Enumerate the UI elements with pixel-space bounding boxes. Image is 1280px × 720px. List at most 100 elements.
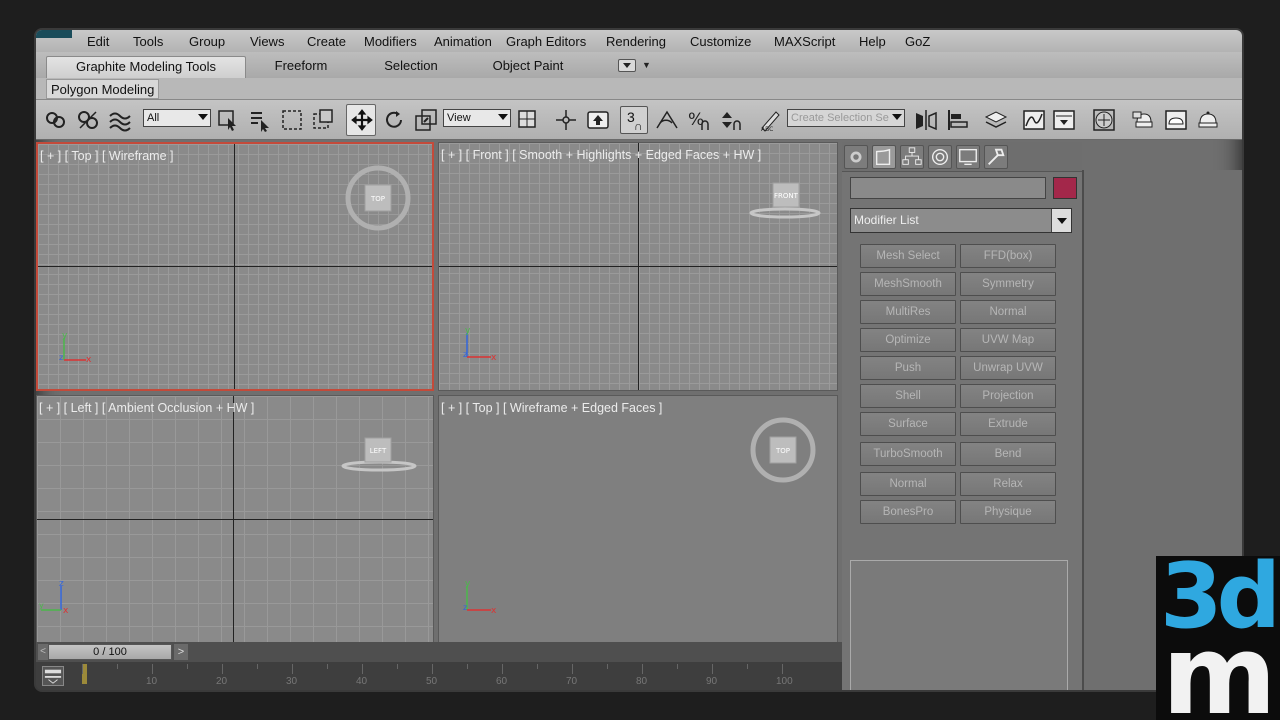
- modifier-button[interactable]: Unwrap UVW: [960, 356, 1056, 380]
- render-setup-icon[interactable]: [1132, 108, 1156, 132]
- hierarchy-tab-icon[interactable]: [900, 145, 924, 169]
- menu-customize[interactable]: Customize: [690, 34, 751, 49]
- viewcube-icon[interactable]: FRONT: [745, 173, 825, 223]
- modifier-button[interactable]: Optimize: [860, 328, 956, 352]
- tab-polygon-modeling[interactable]: Polygon Modeling: [46, 79, 160, 99]
- angle-snap-icon[interactable]: [654, 108, 678, 132]
- rectangular-selection-icon[interactable]: [280, 108, 304, 132]
- menu-graph-editors[interactable]: Graph Editors: [506, 34, 586, 49]
- viewport-left[interactable]: [ + ] [ Left ] [ Ambient Occlusion + HW …: [36, 395, 434, 644]
- curve-editor-icon[interactable]: [1022, 108, 1046, 132]
- viewcube-icon[interactable]: TOP: [344, 164, 412, 232]
- time-slider-thumb[interactable]: 0 / 100: [48, 644, 172, 660]
- modifier-button[interactable]: FFD(box): [960, 244, 1056, 268]
- ruler-tick: [222, 664, 223, 674]
- schematic-view-icon[interactable]: [1052, 108, 1076, 132]
- viewport-label[interactable]: [ + ] [ Front ] [ Smooth + Highlights + …: [441, 148, 761, 162]
- named-selection-sets-dropdown[interactable]: Create Selection Se: [787, 109, 905, 127]
- modifier-button[interactable]: Push: [860, 356, 956, 380]
- select-and-move-button[interactable]: [346, 104, 376, 136]
- modifier-button[interactable]: Mesh Select: [860, 244, 956, 268]
- bind-to-space-warp-icon[interactable]: [108, 108, 132, 132]
- modifier-button[interactable]: Extrude: [960, 412, 1056, 436]
- select-and-scale-icon[interactable]: [414, 108, 438, 132]
- menu-goz[interactable]: GoZ: [905, 34, 930, 49]
- render-production-icon[interactable]: [1196, 108, 1220, 132]
- snaps-toggle-button[interactable]: 3 ∩: [620, 106, 648, 134]
- object-name-field[interactable]: [850, 177, 1046, 199]
- object-color-swatch[interactable]: [1053, 177, 1077, 199]
- time-slider-next-button[interactable]: >: [174, 644, 188, 660]
- select-by-name-icon[interactable]: [248, 108, 272, 132]
- modifier-button[interactable]: MeshSmooth: [860, 272, 956, 296]
- viewport-label[interactable]: [ + ] [ Top ] [ Wireframe ]: [40, 149, 174, 163]
- modify-tab-icon[interactable]: [872, 145, 896, 169]
- align-icon[interactable]: [946, 108, 970, 132]
- modifier-button[interactable]: Symmetry: [960, 272, 1056, 296]
- percent-snap-icon[interactable]: %: [686, 108, 710, 132]
- menu-tools[interactable]: Tools: [133, 34, 163, 49]
- reference-coordinate-dropdown[interactable]: View: [443, 109, 511, 127]
- keyboard-shortcut-override-icon[interactable]: [586, 108, 610, 132]
- viewport-top[interactable]: [ + ] [ Top ] [ Wireframe ] TOP y x z: [36, 142, 434, 391]
- create-tab-icon[interactable]: [844, 145, 868, 169]
- app-logo-icon[interactable]: [36, 30, 72, 38]
- viewport-label[interactable]: [ + ] [ Left ] [ Ambient Occlusion + HW …: [39, 401, 254, 415]
- viewport-label[interactable]: [ + ] [ Top ] [ Wireframe + Edged Faces …: [441, 401, 662, 415]
- menu-maxscript[interactable]: MAXScript: [774, 34, 835, 49]
- frame-ruler[interactable]: 10 20 30 40 50 60 70 80 90 100: [82, 662, 793, 690]
- tab-selection[interactable]: Selection: [356, 56, 466, 78]
- rendered-frame-window-icon[interactable]: [1164, 108, 1188, 132]
- modifier-stack-panel[interactable]: [850, 560, 1068, 690]
- time-slider-prev-button[interactable]: <: [38, 644, 48, 660]
- selection-filter-dropdown[interactable]: All: [143, 109, 211, 127]
- open-mini-curve-editor-icon[interactable]: [42, 666, 64, 686]
- select-and-rotate-icon[interactable]: [382, 108, 406, 132]
- modifier-list-dropdown[interactable]: Modifier List: [850, 208, 1072, 233]
- motion-tab-icon[interactable]: [928, 145, 952, 169]
- select-and-manipulate-icon[interactable]: [554, 108, 578, 132]
- menu-views[interactable]: Views: [250, 34, 284, 49]
- edit-named-selection-icon[interactable]: ABC: [758, 108, 782, 133]
- tab-freeform[interactable]: Freeform: [246, 56, 356, 78]
- menu-rendering[interactable]: Rendering: [606, 34, 666, 49]
- tab-object-paint[interactable]: Object Paint: [466, 56, 590, 78]
- material-editor-icon[interactable]: [1092, 108, 1116, 132]
- modifier-button[interactable]: Bend: [960, 442, 1056, 466]
- unlink-selection-icon[interactable]: [76, 108, 100, 132]
- layer-manager-icon[interactable]: [984, 108, 1008, 132]
- spinner-snap-icon[interactable]: [718, 108, 742, 132]
- viewport-front[interactable]: [ + ] [ Front ] [ Smooth + Highlights + …: [438, 142, 838, 391]
- modifier-button[interactable]: TurboSmooth: [860, 442, 956, 466]
- modifier-button[interactable]: Surface: [860, 412, 956, 436]
- modifier-button[interactable]: UVW Map: [960, 328, 1056, 352]
- menu-group[interactable]: Group: [189, 34, 225, 49]
- viewport-perspective[interactable]: [ + ] [ Top ] [ Wireframe + Edged Faces …: [438, 395, 838, 644]
- modifier-button[interactable]: BonesPro: [860, 500, 956, 524]
- viewcube-icon[interactable]: TOP: [749, 416, 817, 484]
- modifier-button[interactable]: Normal: [960, 300, 1056, 324]
- tab-graphite-modeling-tools[interactable]: Graphite Modeling Tools: [46, 56, 246, 78]
- display-tab-icon[interactable]: [956, 145, 980, 169]
- mirror-icon[interactable]: [914, 108, 938, 132]
- window-crossing-icon[interactable]: [312, 108, 336, 132]
- viewcube-icon[interactable]: LEFT: [339, 432, 419, 482]
- ribbon-minimize-icon[interactable]: ▼: [642, 60, 651, 70]
- modifier-button[interactable]: Shell: [860, 384, 956, 408]
- modifier-button[interactable]: Normal: [860, 472, 956, 496]
- modifier-button[interactable]: Physique: [960, 500, 1056, 524]
- menu-create[interactable]: Create: [307, 34, 346, 49]
- menu-help[interactable]: Help: [859, 34, 886, 49]
- modifier-button[interactable]: Projection: [960, 384, 1056, 408]
- menu-modifiers[interactable]: Modifiers: [364, 34, 417, 49]
- menu-animation[interactable]: Animation: [434, 34, 492, 49]
- modifier-button[interactable]: MultiRes: [860, 300, 956, 324]
- pivot-center-icon[interactable]: [516, 108, 540, 132]
- utilities-tab-icon[interactable]: [984, 145, 1008, 169]
- modifier-button[interactable]: Relax: [960, 472, 1056, 496]
- modifier-list-label: Modifier List: [854, 213, 919, 227]
- select-and-link-icon[interactable]: [44, 108, 68, 132]
- menu-edit[interactable]: Edit: [87, 34, 109, 49]
- ribbon-options-dropdown[interactable]: [618, 59, 636, 72]
- select-object-icon[interactable]: [216, 108, 240, 132]
